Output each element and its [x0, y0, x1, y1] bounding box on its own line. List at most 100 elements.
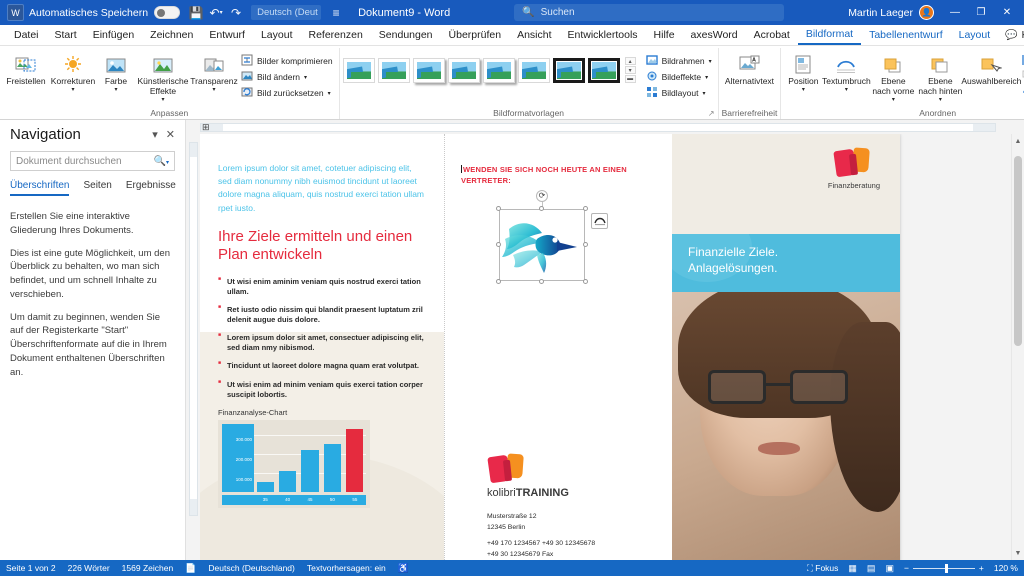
web-layout-icon[interactable]: ▣: [885, 563, 894, 574]
resize-handle-w[interactable]: [496, 241, 501, 247]
navigation-search-input[interactable]: Dokument durchsuchen 🔍▾: [10, 151, 175, 171]
dialog-launcher-icon[interactable]: ↗: [708, 109, 715, 118]
tab-datei[interactable]: Datei: [6, 26, 47, 44]
button-korrekturen[interactable]: Korrekturen ▾: [50, 51, 96, 96]
button-bilder-komprimieren[interactable]: Bilder komprimieren: [238, 53, 336, 69]
button-farbe[interactable]: Farbe ▾: [97, 51, 135, 96]
zoom-track[interactable]: [912, 563, 975, 573]
picture-style-thumb[interactable]: [482, 57, 515, 83]
button-ebene-nach-hinten[interactable]: Ebene nach hinten ▾: [917, 51, 963, 105]
proofing-errors-icon[interactable]: 📄: [185, 563, 196, 574]
nav-tab-ueberschriften[interactable]: Überschriften: [10, 180, 70, 196]
gallery-scroll-controls[interactable]: ▴ ▾ ▬: [624, 57, 636, 83]
accessibility-icon[interactable]: ♿: [398, 563, 409, 574]
page-indicator[interactable]: Seite 1 von 2: [6, 563, 56, 573]
picture-style-thumb[interactable]: [587, 57, 620, 83]
document-page[interactable]: ⌖ Lorem ipsum dolor sit amet, cotetuer a…: [200, 134, 900, 560]
resize-handle-ne[interactable]: [583, 205, 588, 211]
picture-style-thumb[interactable]: [342, 57, 375, 83]
picture-styles-gallery[interactable]: ▴ ▾ ▬: [342, 51, 636, 83]
tab-stop-selector-icon[interactable]: ⊞: [202, 122, 210, 133]
zoom-in-button[interactable]: +: [979, 563, 984, 573]
button-alternativtext[interactable]: Alternativtext: [722, 51, 776, 89]
picture-style-thumb[interactable]: [552, 57, 585, 83]
search-icon[interactable]: 🔍▾: [154, 156, 169, 167]
scroll-up-icon[interactable]: ▲: [1012, 134, 1024, 148]
picture-style-thumb[interactable]: [447, 57, 480, 83]
print-layout-icon[interactable]: ▦: [848, 563, 857, 574]
tab-sendungen[interactable]: Sendungen: [371, 26, 441, 44]
character-count[interactable]: 1569 Zeichen: [122, 563, 174, 573]
chevron-down-icon[interactable]: ▾: [161, 97, 164, 104]
zoom-slider[interactable]: − +: [904, 563, 984, 573]
focus-button[interactable]: ⛶ Fokus: [807, 563, 838, 574]
button-bildeffekte[interactable]: Bildeffekte ▾: [643, 69, 715, 85]
button-textumbruch[interactable]: Textumbruch ▾: [822, 51, 871, 96]
resize-handle-e[interactable]: [583, 241, 588, 247]
tab-bildformat[interactable]: Bildformat: [797, 25, 862, 45]
chevron-down-icon[interactable]: ▾: [152, 128, 158, 141]
chevron-down-icon[interactable]: ▾: [705, 74, 708, 81]
vertical-ruler[interactable]: [186, 134, 200, 544]
button-freistellen[interactable]: Freistellen: [3, 51, 49, 89]
button-drehen[interactable]: Drehen ▾: [1019, 85, 1024, 101]
avatar[interactable]: 👤: [918, 5, 934, 20]
tab-entwicklertools[interactable]: Entwicklertools: [560, 26, 646, 44]
picture-style-thumb[interactable]: [517, 57, 550, 83]
resize-handle-sw[interactable]: [496, 278, 501, 284]
language-indicator[interactable]: Deutsch (Deutschland): [208, 563, 294, 573]
tab-einfuegen[interactable]: Einfügen: [85, 26, 142, 44]
chevron-down-icon[interactable]: ▾: [71, 87, 74, 94]
intro-paragraph[interactable]: Lorem ipsum dolor sit amet, cotetuer adi…: [218, 162, 426, 215]
button-auswahlbereich[interactable]: Auswahlbereich: [961, 51, 1021, 89]
tab-start[interactable]: Start: [47, 26, 85, 44]
list-item[interactable]: Ret iusto odio nissim qui blandit praese…: [218, 304, 426, 325]
button-transparenz[interactable]: Transparenz ▾: [190, 51, 238, 96]
chevron-down-icon[interactable]: ▾: [939, 97, 942, 104]
resize-handle-s[interactable]: [539, 278, 544, 284]
woman-with-glasses-photo[interactable]: [672, 292, 900, 560]
gallery-scroll-down-icon[interactable]: ▾: [624, 66, 636, 74]
gallery-scroll-up-icon[interactable]: ▴: [624, 57, 636, 65]
button-kuenstlerische-effekte[interactable]: Künstlerische Effekte ▾: [136, 51, 190, 105]
chevron-down-icon[interactable]: ▾: [212, 87, 215, 94]
list-item[interactable]: Lorem ipsum dolor sit amet, consectuer a…: [218, 332, 426, 353]
finance-bar-chart[interactable]: 300.000 200.000 100.000 35 40 45 50 55: [218, 419, 370, 508]
chevron-down-icon[interactable]: ▾: [709, 58, 712, 65]
document-canvas[interactable]: ⊞ ⌖ Lorem ipsum dolor sit a: [186, 120, 1024, 560]
zoom-level[interactable]: 120 %: [994, 563, 1018, 573]
picture-style-thumb[interactable]: [412, 57, 445, 83]
selected-image-container[interactable]: ⟳: [496, 189, 608, 284]
gallery-more-icon[interactable]: ▬: [624, 75, 636, 83]
tab-layout[interactable]: Layout: [253, 26, 301, 44]
vertical-scrollbar[interactable]: ▲ ▼: [1011, 134, 1024, 560]
tab-ansicht[interactable]: Ansicht: [509, 26, 559, 44]
close-button[interactable]: ✕: [994, 1, 1020, 25]
text-predictions[interactable]: Textvorhersagen: ein: [307, 563, 386, 573]
redo-icon[interactable]: ↷: [226, 3, 246, 23]
read-mode-icon[interactable]: ▤: [867, 563, 876, 574]
list-item[interactable]: Ut wisi enim ad minim veniam quis exerci…: [218, 379, 426, 400]
horizontal-ruler[interactable]: ⊞: [186, 120, 1024, 134]
rotate-handle-icon[interactable]: ⟳: [536, 189, 548, 202]
layout-options-icon[interactable]: [591, 212, 608, 229]
comments-button[interactable]: 💬 Kommentare: [998, 27, 1024, 43]
search-box[interactable]: 🔍 Suchen: [514, 4, 785, 21]
tab-axesword[interactable]: axesWord: [683, 26, 746, 44]
tab-layout-table[interactable]: Layout: [951, 26, 999, 44]
close-icon[interactable]: ✕: [166, 128, 175, 141]
scrollbar-thumb[interactable]: [1014, 156, 1022, 346]
word-count[interactable]: 226 Wörter: [68, 563, 110, 573]
tab-ueberpruefen[interactable]: Überprüfen: [441, 26, 510, 44]
address-block[interactable]: Musterstraße 12 12345 Berlin +49 170 123…: [487, 512, 672, 560]
tab-referenzen[interactable]: Referenzen: [301, 26, 371, 44]
tab-zeichnen[interactable]: Zeichnen: [142, 26, 201, 44]
customize-quick-access-icon[interactable]: ≡: [326, 3, 346, 23]
minimize-button[interactable]: —: [942, 1, 968, 25]
resize-handle-n[interactable]: [539, 205, 544, 211]
tab-entwurf[interactable]: Entwurf: [201, 26, 253, 44]
tab-hilfe[interactable]: Hilfe: [646, 26, 683, 44]
zoom-out-button[interactable]: −: [904, 563, 909, 573]
language-selector[interactable]: Deutsch (Deut ▾: [251, 5, 322, 20]
autosave-control[interactable]: Automatisches Speichern: [29, 6, 181, 19]
